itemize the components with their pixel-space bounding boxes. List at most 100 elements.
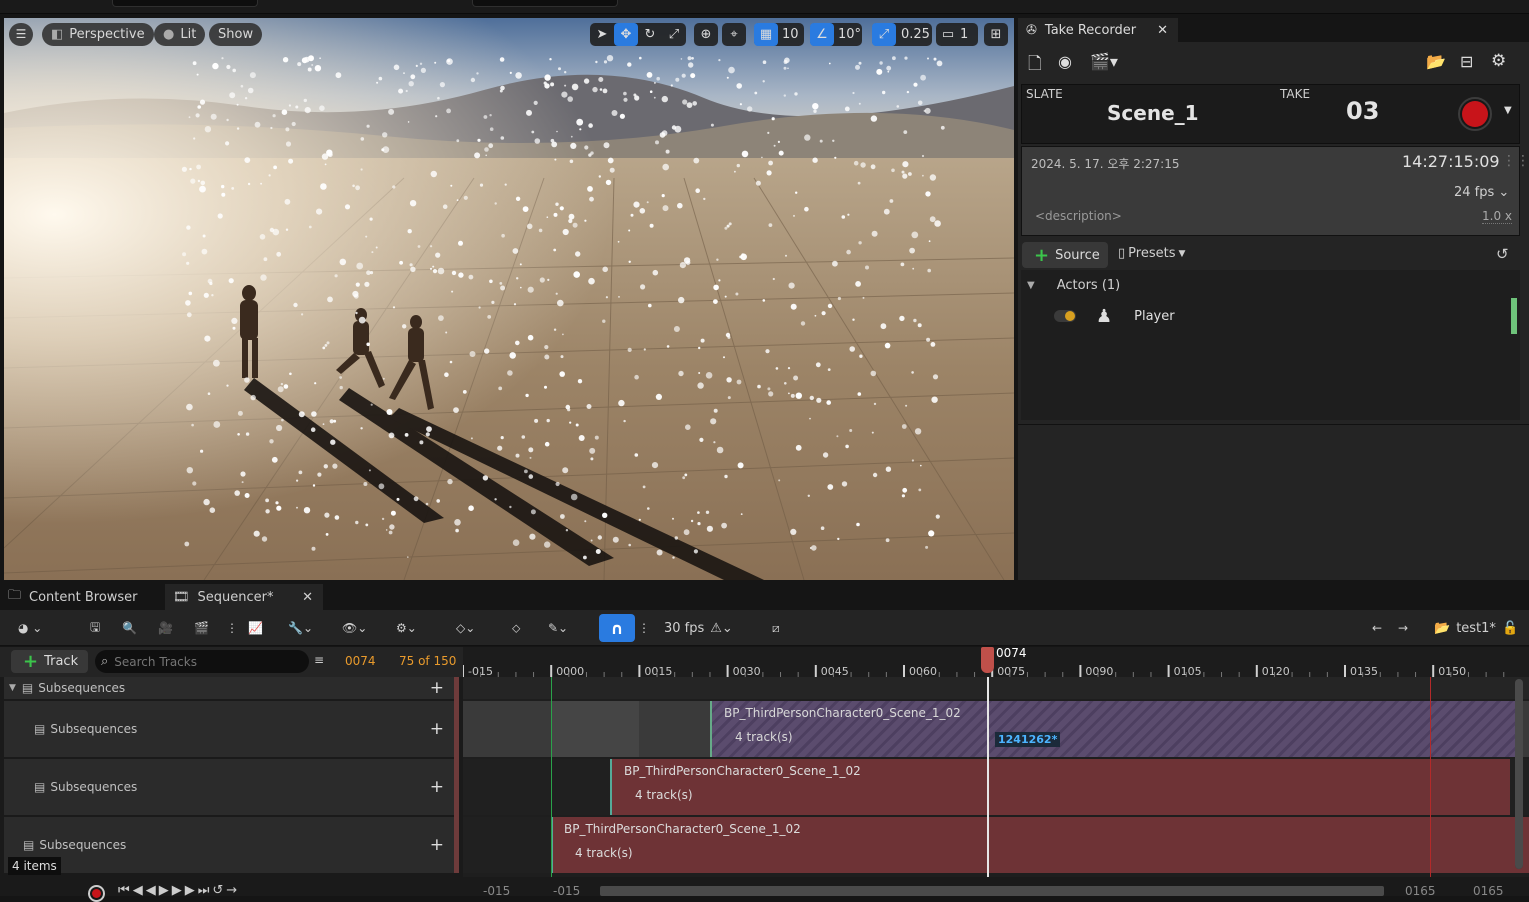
- rotate-icon[interactable]: ↻: [638, 23, 662, 46]
- tree-icon[interactable]: ⊟: [1460, 52, 1473, 71]
- playback-options-icon[interactable]: ⚙⌄: [396, 617, 417, 639]
- description-field[interactable]: <description>: [1035, 209, 1122, 223]
- record-button[interactable]: [1458, 97, 1492, 131]
- tab-take-recorder[interactable]: ✇ Take Recorder ✕: [1018, 18, 1178, 42]
- world-icon[interactable]: ◕ ⌄: [18, 617, 42, 639]
- find-icon[interactable]: 🔍: [122, 617, 137, 639]
- section-block-3[interactable]: BP_ThirdPersonCharacter0_Scene_1_02 4 tr…: [551, 817, 1529, 873]
- snow-particle: [544, 541, 551, 548]
- track-row[interactable]: ▼ ▤ Subsequences +: [4, 677, 454, 699]
- surface-snap-button[interactable]: ⌖: [722, 23, 746, 46]
- select-icon[interactable]: ➤: [590, 23, 614, 46]
- record-button[interactable]: [88, 885, 105, 902]
- actor-row-player[interactable]: ♟ Player: [1021, 302, 1520, 330]
- clapper-icon[interactable]: 🎬▾: [1090, 52, 1118, 71]
- track-row[interactable]: ▤ Subsequences +: [4, 701, 454, 757]
- add-source-button[interactable]: + Source: [1022, 242, 1108, 268]
- show-button[interactable]: Show: [209, 23, 263, 46]
- snap-magnet-icon[interactable]: ∩: [599, 614, 635, 642]
- top-field-2[interactable]: [472, 0, 618, 7]
- folder-open-icon[interactable]: 📂: [1426, 52, 1446, 71]
- review-icon[interactable]: ◉: [1058, 52, 1072, 71]
- search-input[interactable]: [114, 654, 285, 669]
- add-icon[interactable]: +: [430, 835, 444, 855]
- snow-particle: [926, 337, 931, 342]
- current-frame-field[interactable]: 0074: [345, 654, 376, 668]
- rotation-snap-button[interactable]: ∠ 10°: [810, 23, 862, 46]
- take-value[interactable]: 03: [1346, 97, 1379, 125]
- horizontal-scrollbar[interactable]: [600, 886, 1384, 896]
- snow-particle: [417, 245, 421, 248]
- curve-editor-icon[interactable]: 📈: [248, 617, 263, 639]
- key-icon[interactable]: ◇⌄: [456, 617, 475, 639]
- camera-speed-button[interactable]: ▭ 1: [936, 23, 978, 46]
- curve-icon[interactable]: ⧄: [772, 617, 780, 639]
- world-local-button[interactable]: ⊕: [694, 23, 718, 46]
- snow-particle: [844, 106, 850, 112]
- layout-button[interactable]: ⊞: [984, 23, 1008, 46]
- translate-icon[interactable]: ✥: [614, 23, 638, 46]
- new-take-icon[interactable]: 🗋: [1028, 51, 1042, 80]
- snow-particle: [398, 88, 404, 94]
- clapper-icon[interactable]: 🎬: [194, 617, 209, 639]
- timeline-ruler[interactable]: -015 0000 0015 0030 0045 0060 0075 0090 0105 0120…: [463, 646, 1529, 677]
- expand-triangle-icon[interactable]: ▼: [1027, 280, 1035, 291]
- snow-particle: [527, 334, 534, 341]
- snow-particle: [896, 105, 900, 108]
- add-icon[interactable]: +: [430, 678, 444, 698]
- tab-sequencer[interactable]: 🎞 Sequencer* ✕: [165, 584, 323, 610]
- filter-icon[interactable]: ≡: [314, 653, 324, 667]
- track-row[interactable]: ▤ Subsequences +: [4, 817, 454, 873]
- actor-enabled-toggle[interactable]: [1054, 310, 1076, 322]
- vertical-scrollbar[interactable]: [1515, 679, 1523, 869]
- time-scale-field[interactable]: 1.0 x: [1482, 209, 1512, 224]
- revert-icon[interactable]: ↺: [1496, 245, 1509, 263]
- lit-button[interactable]: ● Lit: [154, 23, 206, 46]
- section-block-1[interactable]: BP_ThirdPersonCharacter0_Scene_1_02 4 tr…: [710, 701, 1520, 757]
- close-icon[interactable]: ✕: [302, 590, 313, 605]
- section-block-2[interactable]: BP_ThirdPersonCharacter0_Scene_1_02 4 tr…: [610, 759, 1510, 815]
- render-icon[interactable]: 🎥: [158, 617, 173, 639]
- snow-particle: [280, 382, 284, 386]
- search-tracks[interactable]: ⌕: [95, 650, 309, 673]
- track-row[interactable]: ▤ Subsequences +: [4, 759, 454, 815]
- snow-particle: [310, 427, 316, 433]
- top-field[interactable]: [112, 0, 258, 7]
- slate-value[interactable]: Scene_1: [1107, 101, 1199, 125]
- viewport-menu-button[interactable]: ☰: [9, 23, 33, 46]
- tab-content-browser[interactable]: 🗀 Content Browser: [0, 584, 160, 610]
- expand-triangle-icon[interactable]: ▼: [9, 683, 16, 693]
- sequence-breadcrumb[interactable]: 📂 test1* 🔓: [1434, 617, 1518, 639]
- add-icon[interactable]: +: [430, 777, 444, 797]
- auto-key-icon[interactable]: ⬦: [512, 617, 520, 639]
- snow-particle: [766, 170, 772, 176]
- forward-arrow-icon[interactable]: →: [1398, 617, 1408, 639]
- scale-snap-button[interactable]: ⤢ 0.25: [872, 23, 932, 46]
- timeline-tracks[interactable]: BP_ThirdPersonCharacter0_Scene_1_02 4 tr…: [463, 677, 1529, 877]
- snap-options-icon[interactable]: ⋮: [638, 617, 650, 639]
- perspective-button[interactable]: ◧ Perspective: [42, 23, 154, 46]
- close-icon[interactable]: ✕: [1157, 23, 1168, 38]
- tools-icon[interactable]: 🔧⌄: [288, 617, 313, 639]
- back-arrow-icon[interactable]: ←: [1372, 617, 1382, 639]
- settings-icon[interactable]: ⚙: [1491, 51, 1506, 71]
- save-icon[interactable]: 🖫: [90, 617, 100, 639]
- add-icon[interactable]: +: [430, 719, 444, 739]
- snow-particle: [588, 153, 592, 157]
- level-viewport[interactable]: ☰ ◧ Perspective ● Lit Show ➤ ✥ ↻ ⤢ ⊕ ⌖ ▦…: [4, 18, 1014, 580]
- ruler-tick-label: 0045: [821, 665, 849, 677]
- view-icon[interactable]: 👁⌄: [342, 617, 367, 639]
- more-options-icon[interactable]: ⋮: [226, 617, 238, 639]
- snow-particle: [793, 375, 799, 381]
- scale-icon[interactable]: ⤢: [662, 23, 686, 46]
- presets-dropdown[interactable]: ▯ Presets ▼: [1118, 246, 1185, 261]
- grid-snap-button[interactable]: ▦ 10: [754, 23, 804, 46]
- fps-dropdown[interactable]: 24 fps ⌄: [1454, 185, 1509, 200]
- edit-mode-icon[interactable]: ✎⌄: [548, 617, 568, 639]
- fps-selector[interactable]: 30 fps ⚠⌄: [664, 617, 733, 639]
- snow-particle: [639, 56, 642, 60]
- actors-group-row[interactable]: ▼ Actors (1): [1021, 274, 1520, 296]
- add-track-button[interactable]: + Track: [11, 650, 88, 673]
- record-options-chevron-icon[interactable]: ▼: [1504, 105, 1512, 116]
- playhead-handle[interactable]: [981, 647, 994, 673]
